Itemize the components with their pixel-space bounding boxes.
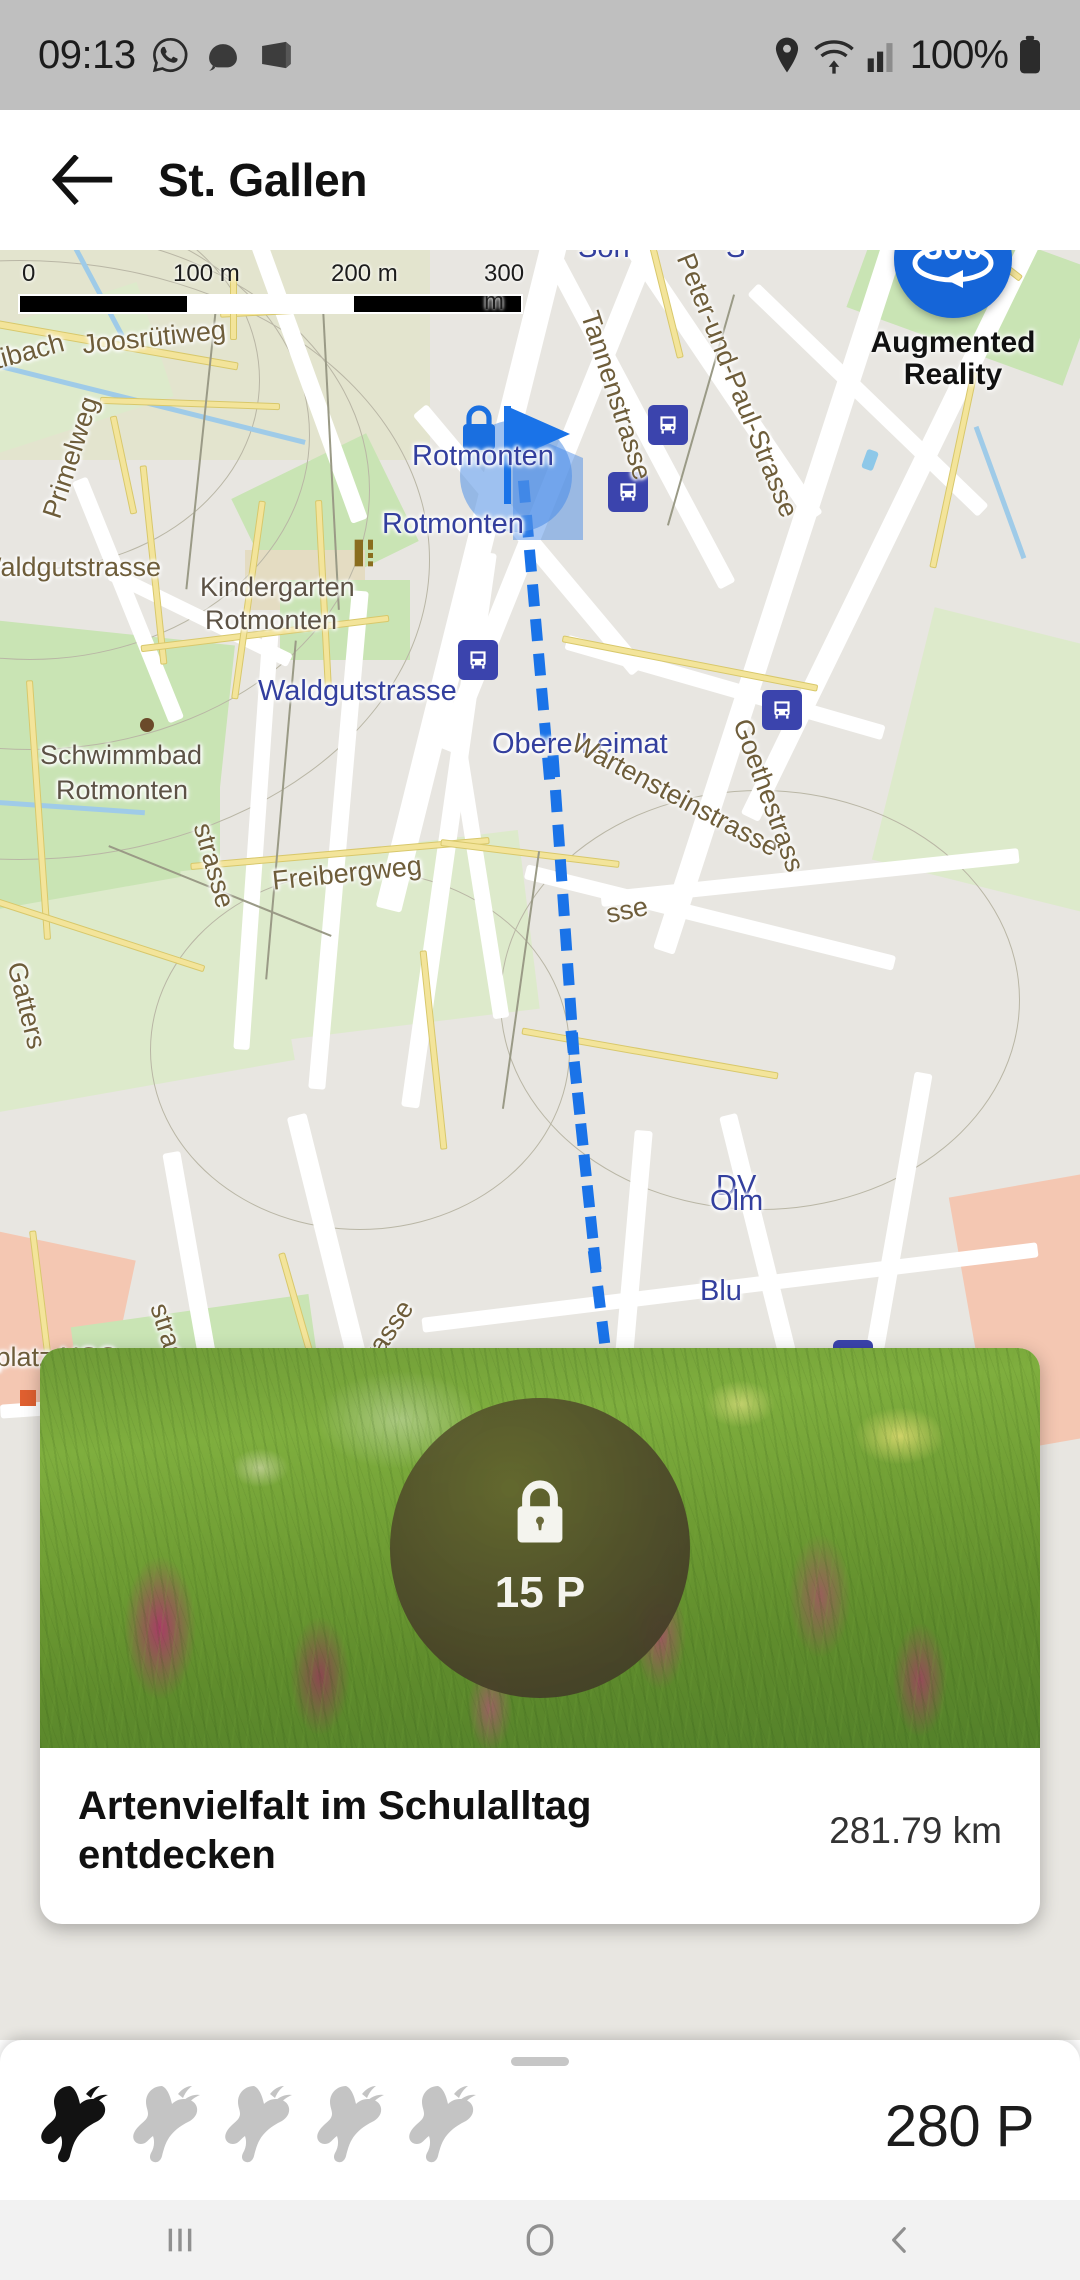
kindergarten-poi-icon (354, 539, 373, 567)
bus-stop-icon[interactable] (608, 472, 648, 512)
swimming-pool-poi-icon (140, 718, 154, 732)
bottom-sheet-content: 280 P (0, 2080, 1080, 2172)
bus-stop-icon[interactable] (458, 640, 498, 680)
activity-lock-points: 15 P (494, 1568, 586, 1617)
map-stream (973, 425, 1027, 560)
app-notification-icon (261, 41, 291, 69)
bottom-sheet-drag-handle[interactable] (511, 2057, 569, 2066)
bus-stop-icon[interactable] (648, 405, 688, 445)
lock-icon (517, 1480, 563, 1543)
map-label: S (726, 250, 745, 265)
frog-progress-indicator (40, 2080, 494, 2172)
map-road (421, 1242, 1039, 1333)
frog-icon-active (41, 2086, 108, 2163)
home-icon (526, 2224, 554, 2256)
frog-icon-inactive (225, 2086, 292, 2163)
poi-marker (20, 1390, 36, 1406)
home-button[interactable] (465, 2200, 615, 2280)
frog-icon-inactive (317, 2086, 384, 2163)
recents-button[interactable] (105, 2200, 255, 2280)
scale-tick-0: 0 (22, 260, 36, 287)
svg-text:360: 360 (923, 250, 983, 267)
bus-stop-icon[interactable] (762, 690, 802, 730)
back-button[interactable] (825, 2200, 975, 2280)
back-navigation-button[interactable] (28, 125, 138, 235)
locked-point-icon (463, 405, 495, 450)
battery-percent: 100% (909, 32, 1009, 77)
activity-lock-overlay[interactable]: 15 P (390, 1398, 690, 1698)
scale-tick-200: 200 m (331, 260, 398, 287)
ar-label-line-2: Reality (903, 358, 1003, 392)
battery-icon (1020, 35, 1040, 74)
wifi-icon (813, 40, 854, 74)
frog-icon-inactive (409, 2086, 476, 2163)
cellular-signal-icon (867, 43, 893, 72)
activity-distance: 281.79 km (829, 1809, 1002, 1851)
notification-bell-icon (208, 44, 237, 71)
frog-icon-inactive (133, 2086, 200, 2163)
arrow-left-icon (52, 155, 113, 205)
map-scale-ticks: 0 100 m 200 m 300 m (18, 260, 538, 315)
activity-card[interactable]: 15 P Artenvielfalt im Schulalltag entdec… (40, 1348, 1040, 1924)
total-points: 280 P (884, 2093, 1035, 2159)
map-label: Son (578, 250, 630, 265)
activity-card-image: 15 P (40, 1348, 1040, 1748)
scale-tick-100: 100 m (173, 260, 240, 287)
augmented-reality-control: 360 Augmented Reality (838, 250, 1068, 392)
status-bar: 09:13 100% (0, 0, 1080, 110)
flag-marker-icon (504, 406, 570, 504)
location-pin-icon (775, 37, 798, 73)
bottom-sheet[interactable]: 280 P (0, 2040, 1080, 2200)
app-bar: St. Gallen (0, 110, 1080, 250)
recents-icon (168, 2228, 192, 2252)
back-chevron-icon (892, 2227, 906, 2253)
ar-360-button[interactable]: 360 (894, 250, 1012, 318)
status-bar-right: 100% (772, 33, 1042, 78)
status-time: 09:13 (38, 32, 136, 77)
activity-card-body: Artenvielfalt im Schulalltag entdecken 2… (40, 1748, 1040, 1924)
ar-label-line-1: Augmented (870, 326, 1036, 359)
phone-screen: 09:13 100% St. Gallen Joosrütiweg ütibac… (0, 0, 1080, 2280)
android-navigation-bar (0, 2200, 1080, 2280)
map-label: Obere Leimat (492, 728, 668, 760)
page-title: St. Gallen (158, 154, 368, 206)
scale-tick-300: 300 m (484, 260, 525, 315)
360-rotation-icon: 360 (912, 250, 994, 288)
map-scale-graphic (18, 294, 523, 314)
map-scale-bar: 0 100 m 200 m 300 m (18, 260, 538, 315)
ar-label: Augmented Reality (838, 326, 1068, 392)
status-bar-left: 09:13 (38, 33, 296, 78)
activity-title: Artenvielfalt im Schulalltag entdecken (78, 1784, 592, 1877)
water-marker (860, 448, 880, 472)
whatsapp-icon (152, 37, 188, 73)
map-contour-line (150, 870, 570, 1230)
